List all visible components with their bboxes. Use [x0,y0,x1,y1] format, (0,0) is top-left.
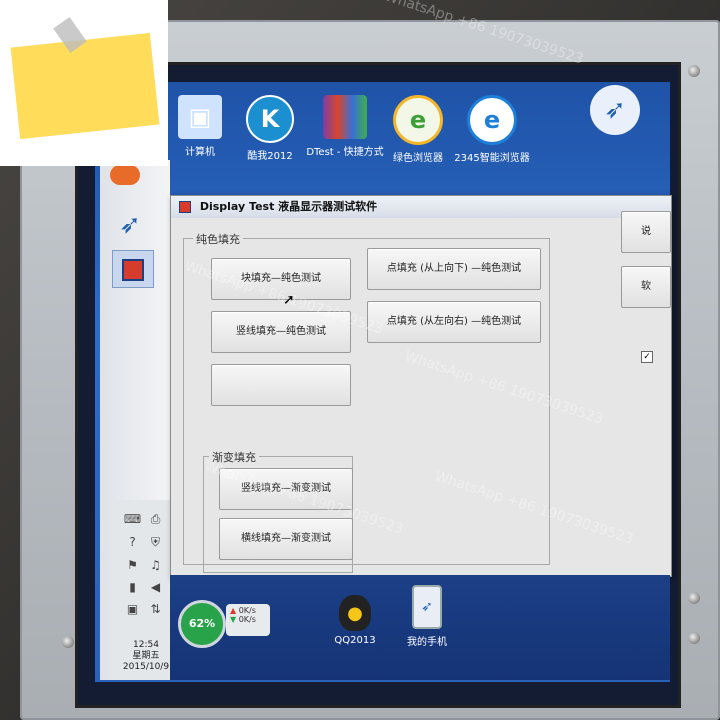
desktop-icon-dtest[interactable]: DTest - 快捷方式 [305,95,385,158]
bird-taskbar-icon[interactable]: ➶ [110,205,150,245]
net-down: ▼ 0K/s [230,615,256,624]
up-arrow-icon: ▲ [230,606,237,615]
tray-clock[interactable]: 12:54 星期五 2015/10/9 [118,640,174,673]
computer-icon: ▣ [178,95,222,139]
flag-icon[interactable]: ⚑ [122,558,143,578]
2345-browser-icon: e [467,95,517,145]
solid-fill-group-label: 纯色填充 [193,231,243,247]
qq-shortcut[interactable]: ● QQ2013 [320,595,390,646]
monitor-icon[interactable]: ▣ [122,602,143,622]
gradient-horizontal-button[interactable]: 横线填充—渐变测试 [219,518,353,560]
keyboard-icon[interactable]: ⌨ [122,512,143,533]
app-icon [179,201,191,213]
help-icon[interactable]: ? [122,535,143,556]
desktop-icon-kuwo[interactable]: K 酷我2012 [230,95,310,162]
screw [688,592,700,604]
desktop-icon-label: 计算机 [185,147,215,158]
down-arrow-icon: ▼ [230,615,237,624]
qq-penguin-icon: ● [339,595,371,631]
desktop-icon-2345-browser[interactable]: e 2345智能浏览器 [452,95,532,164]
mouse-cursor-icon: ➚ [283,292,295,308]
printer-icon[interactable]: ⎙ [145,512,166,533]
phone-label: 我的手机 [407,637,447,648]
screw [62,636,74,648]
cpu-usage-gauge[interactable]: 62% [178,600,226,648]
clock-time: 12:54 [133,640,159,650]
shield-icon[interactable]: ⛨ [145,535,166,556]
screw [688,632,700,644]
qq-label: QQ2013 [334,635,376,646]
desktop-icon-label: 绿色浏览器 [393,153,443,164]
desktop-icon-green-browser[interactable]: e 绿色浏览器 [378,95,458,164]
desktop-icon-label: 2345智能浏览器 [454,153,530,164]
net-up: ▲ 0K/s [230,606,256,615]
clock-date: 2015/10/9 [122,662,170,672]
winrar-icon [323,95,367,139]
speaker-icon[interactable]: ♫ [145,558,166,578]
gradient-vertical-button[interactable]: 竖线填充—渐变测试 [219,468,353,510]
battery-icon[interactable]: ▮ [122,580,143,600]
window-titlebar[interactable]: Display Test 液晶显示器测试软件 [171,196,671,218]
checkbox[interactable]: ✓ [641,351,653,363]
vertical-line-fill-button[interactable]: 竖线填充—纯色测试 [211,311,351,353]
my-phone-shortcut[interactable]: ➶ 我的手机 [392,585,462,648]
kuwo-icon: K [246,95,294,143]
display-test-taskbar-button[interactable] [112,250,154,288]
network-speed: ▲ 0K/s ▼ 0K/s [226,604,270,636]
desktop-icon-label: DTest - 快捷方式 [306,147,384,158]
desktop-icon-label: 酷我2012 [247,151,293,162]
display-test-icon [122,259,144,281]
right-partial-button[interactable]: 说 [621,211,671,253]
block-fill-button[interactable]: 块填充—纯色测试 [211,258,351,300]
ie-browser-icon: e [393,95,443,145]
phone-icon: ➶ [412,585,442,629]
tray-icons: ⌨ ⎙ ? ⛨ ⚑ ♫ ▮ ◀ ▣ ⇅ [122,512,166,622]
network-icon[interactable]: ⇅ [145,602,166,622]
right-partial-button[interactable]: 软 [621,266,671,308]
display-test-window: Display Test 液晶显示器测试软件 纯色填充 块填充—纯色测试 点填充… [170,195,672,577]
point-fill-top-down-button[interactable]: 点填充 (从上向下) —纯色测试 [367,248,541,290]
desktop-icon-computer[interactable]: ▣ 计算机 [160,95,240,158]
faded-button[interactable] [211,364,351,406]
sticky-note [10,32,160,140]
volume-icon[interactable]: ◀ [145,580,166,600]
clock-day: 星期五 [132,651,160,661]
point-fill-left-right-button[interactable]: 点填充 (从左向右) —纯色测试 [367,301,541,343]
gradient-fill-group-label: 渐变填充 [209,449,259,465]
screw [688,65,700,77]
bird-logo-icon[interactable]: ➶ [590,85,640,135]
start-orb-icon[interactable] [110,165,140,185]
window-title: Display Test 液晶显示器测试软件 [199,200,378,213]
